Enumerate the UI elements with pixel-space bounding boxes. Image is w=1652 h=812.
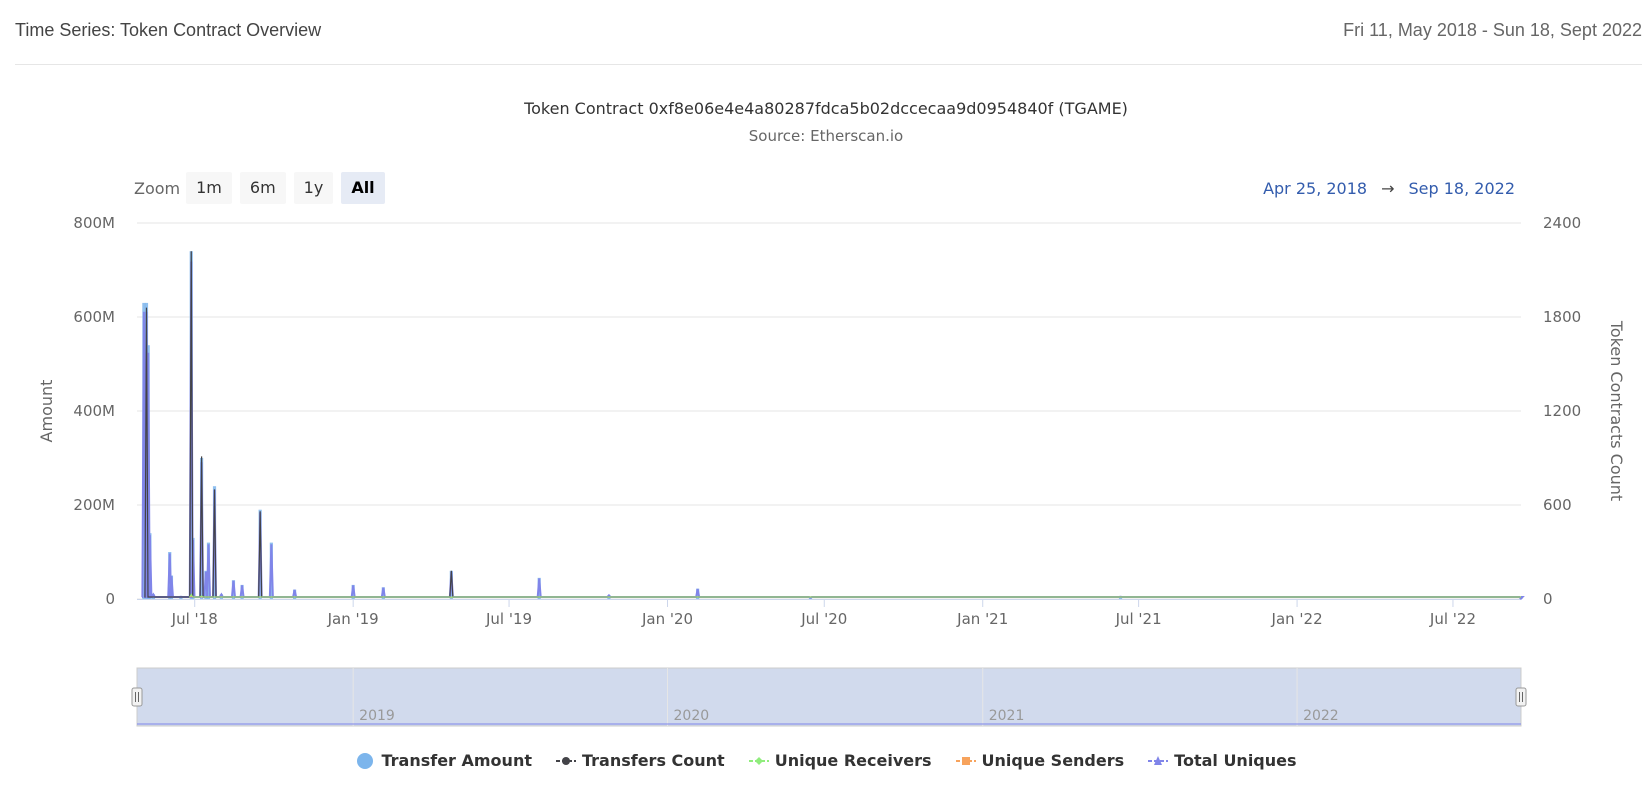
x-tick-label: Jul '19 [485, 610, 532, 628]
y-right-tick-label: 1800 [1543, 308, 1581, 326]
y-left-tick-label: 200M [73, 496, 115, 514]
y-right-tick-label: 1200 [1543, 402, 1581, 420]
legend-line-square-icon [955, 756, 976, 765]
x-tick-label: Jul '22 [1429, 610, 1476, 628]
navigator-left-handle[interactable] [131, 687, 143, 707]
x-tick-label: Jul '20 [800, 610, 847, 628]
total-uniques-line [141, 261, 1525, 600]
y-left-tick-label: 800M [73, 214, 115, 232]
legend-label: Total Uniques [1174, 751, 1297, 770]
legend-line-circle-icon [555, 756, 576, 765]
legend-line-triangle-icon [1148, 755, 1169, 765]
y-left-tick-label: 400M [73, 402, 115, 420]
y-right-tick-label: 600 [1543, 496, 1572, 514]
legend-unique-senders[interactable]: Unique Senders [955, 751, 1125, 770]
chart-legend: Transfer Amount Transfers Count Unique R… [0, 751, 1652, 770]
navigator-year-label: 2022 [1303, 708, 1339, 724]
y-right-tick-label: 2400 [1543, 214, 1581, 232]
legend-transfer-amount[interactable]: Transfer Amount [355, 751, 532, 770]
chart-canvas: 0 0 200M 600 400M 1200 600M 1800 800M 2400 Jul '18… [37, 214, 1626, 727]
legend-unique-receivers[interactable]: Unique Receivers [748, 751, 932, 770]
handle-grip[interactable] [131, 687, 143, 707]
y-left-tick-label: 0 [105, 590, 115, 608]
x-tick-label: Jan '22 [1271, 610, 1323, 628]
unique-receivers-line [189, 593, 1521, 598]
legend-transfers-count[interactable]: Transfers Count [555, 751, 725, 770]
x-tick-label: Jan '20 [641, 610, 693, 628]
legend-total-uniques[interactable]: Total Uniques [1148, 751, 1297, 770]
legend-label: Unique Receivers [774, 751, 932, 770]
y-left-tick-label: 600M [73, 308, 115, 326]
x-tick-label: Jan '21 [956, 610, 1008, 628]
legend-label: Unique Senders [981, 751, 1125, 770]
navigator-year-label: 2020 [674, 708, 710, 724]
legend-label: Transfer Amount [381, 751, 532, 770]
handle-grip[interactable] [1515, 687, 1527, 707]
x-tick-label: Jan '19 [327, 610, 379, 628]
legend-label: Transfers Count [581, 751, 725, 770]
legend-line-diamond-icon [748, 756, 769, 765]
navigator-right-handle[interactable] [1515, 687, 1527, 707]
legend-circle-icon [357, 752, 374, 769]
y-right-axis-title: Token Contracts Count [1607, 320, 1626, 501]
navigator-year-label: 2021 [989, 708, 1025, 724]
x-tick-label: Jul '21 [1115, 610, 1162, 628]
navigator-year-label: 2019 [359, 708, 395, 724]
y-right-tick-label: 0 [1543, 590, 1553, 608]
x-tick-label: Jul '18 [171, 610, 218, 628]
y-left-axis-title: Amount [37, 380, 56, 443]
transfers-count-line [144, 251, 1521, 598]
